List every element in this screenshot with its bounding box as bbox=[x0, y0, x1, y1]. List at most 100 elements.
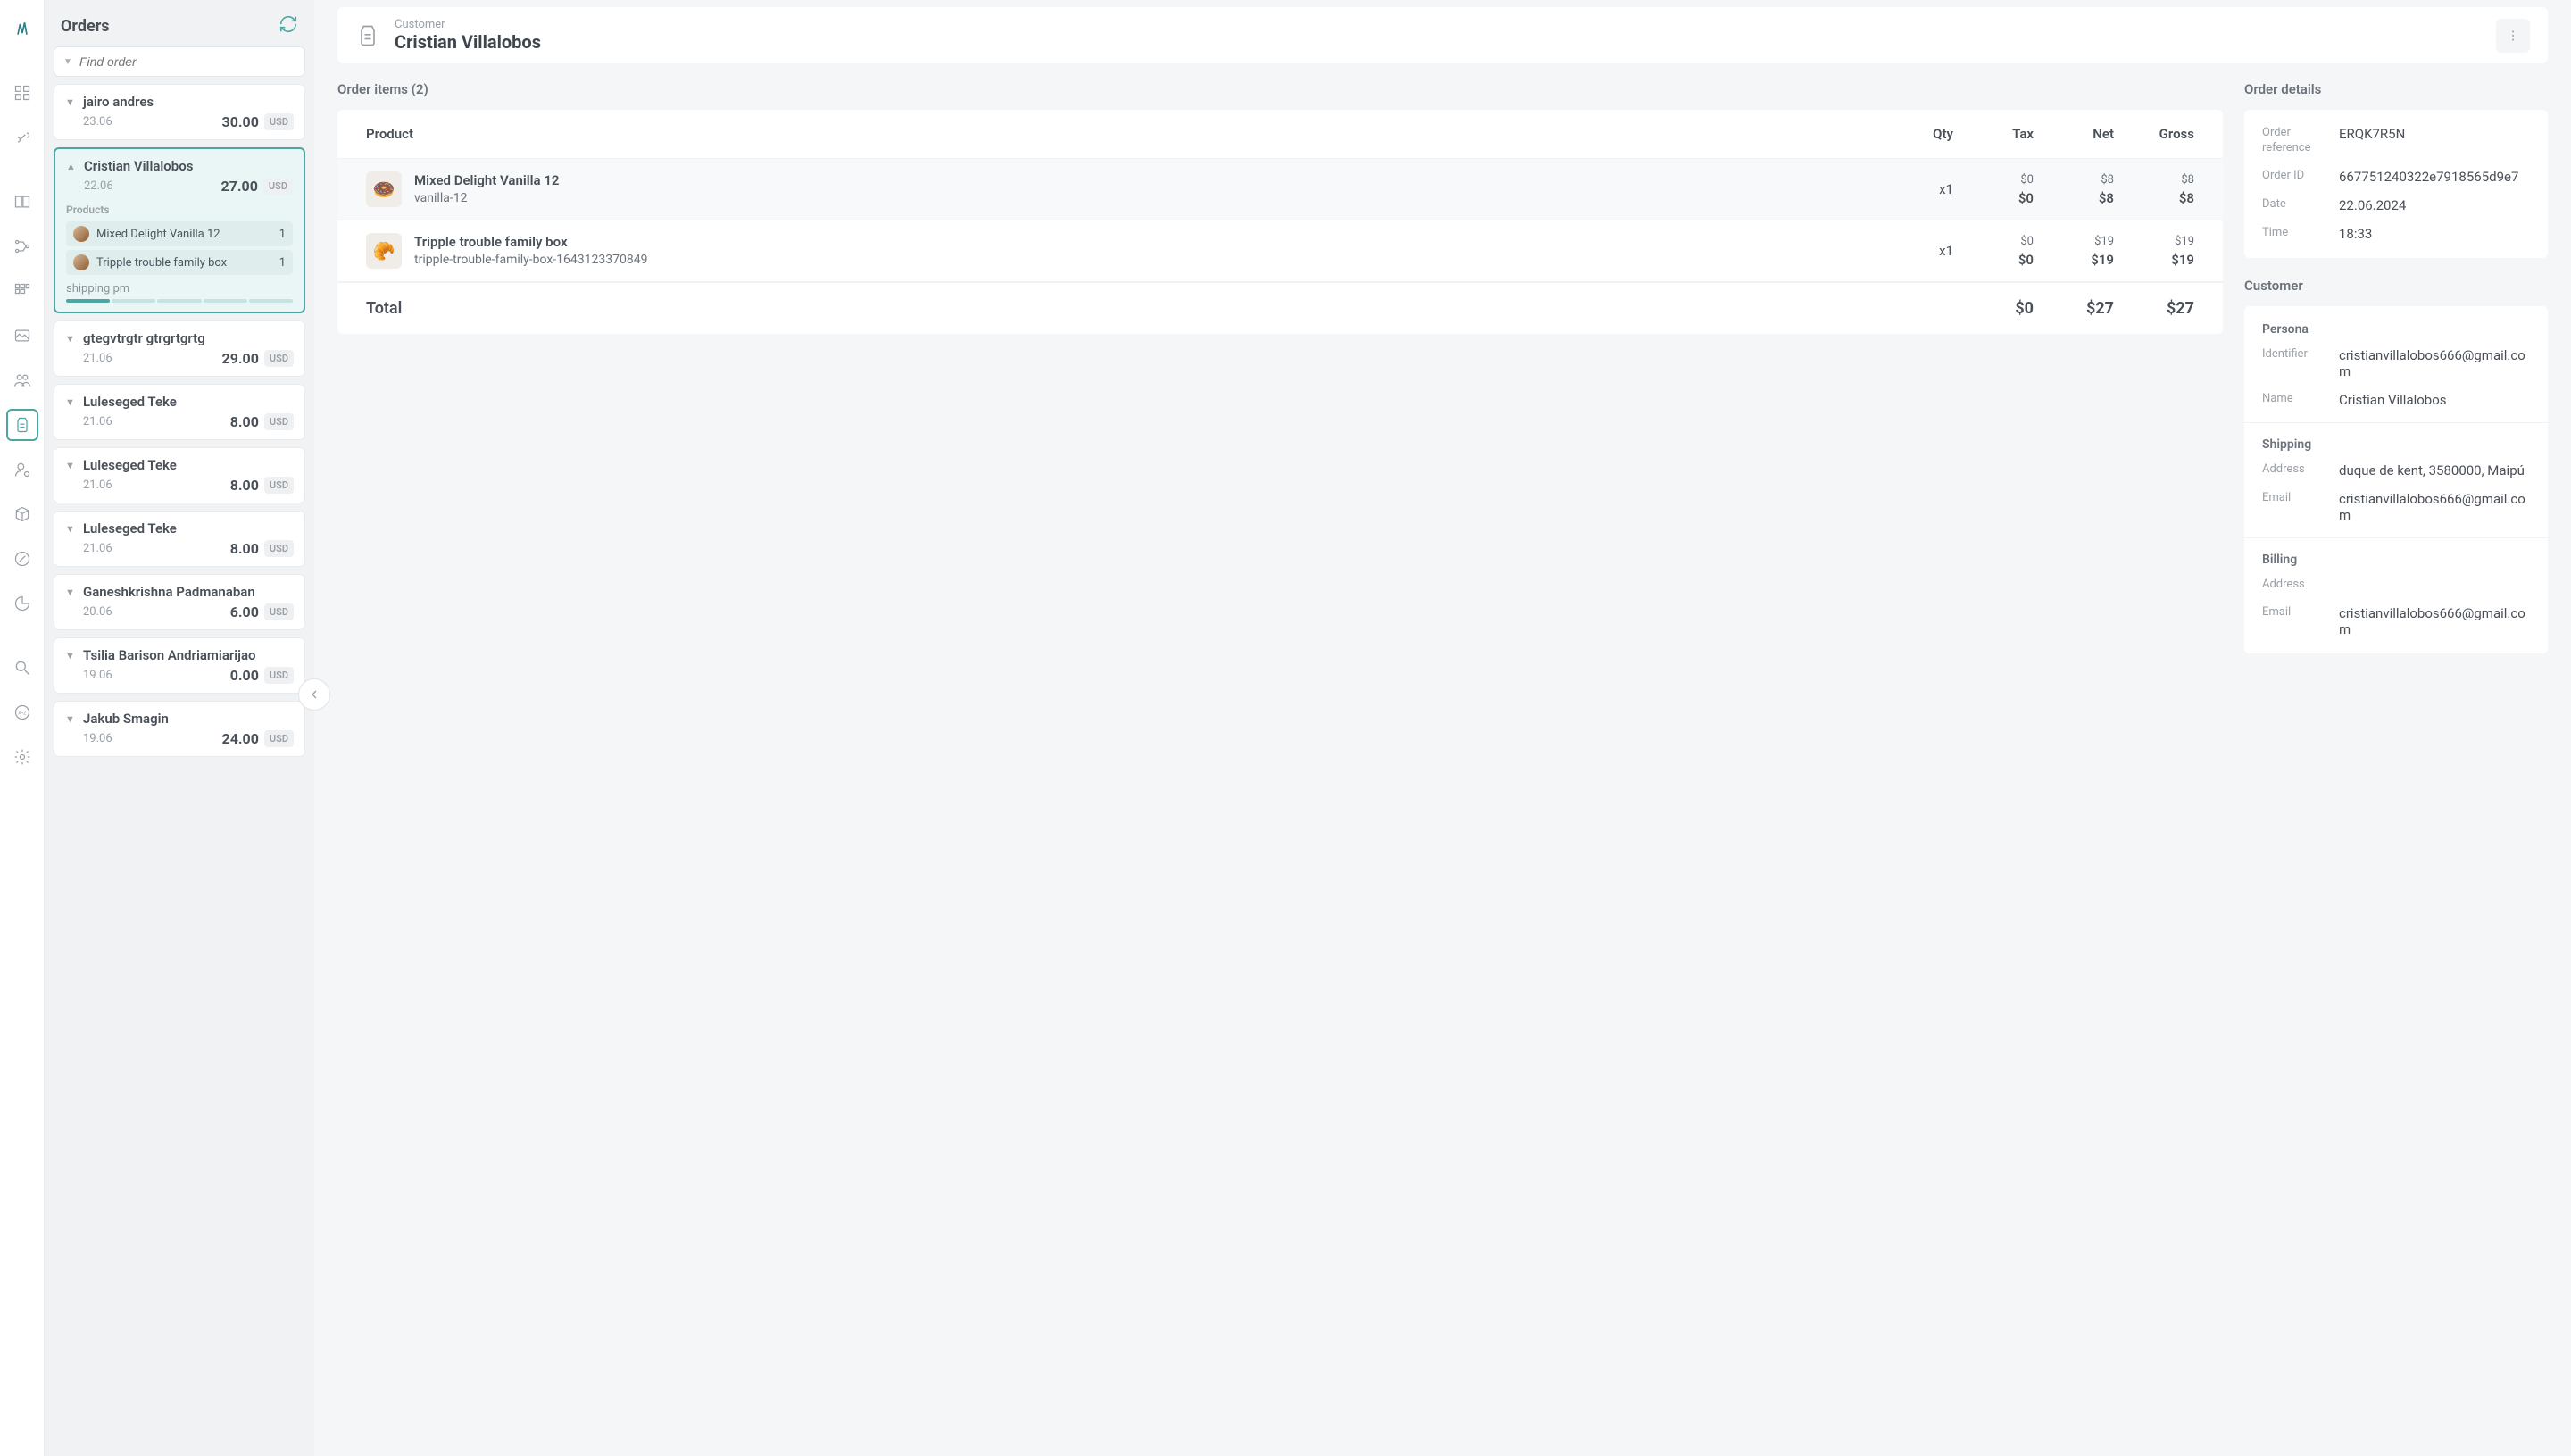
order-card[interactable]: ▲ Cristian Villalobos 22.06 27.00 USD Pr… bbox=[54, 147, 305, 313]
order-card[interactable]: ▼ Jakub Smagin 19.06 24.00 USD bbox=[54, 701, 305, 757]
detail-row: Emailcristianvillalobos666@gmail.com bbox=[2262, 605, 2530, 637]
product-sku: vanilla-12 bbox=[414, 190, 559, 206]
order-amount: 29.00 bbox=[222, 350, 259, 367]
order-amount: 24.00 bbox=[222, 730, 259, 747]
detail-value: 667751240322e7918565d9e7 bbox=[2339, 169, 2530, 185]
percent-icon[interactable] bbox=[6, 543, 38, 575]
items-table-head: Product Qty Tax Net Gross bbox=[337, 110, 2223, 158]
item-gross: $8$8 bbox=[2114, 173, 2194, 206]
order-currency: USD bbox=[264, 730, 294, 747]
detail-value: 18:33 bbox=[2339, 226, 2530, 242]
items-row[interactable]: 🍩 Mixed Delight Vanilla 12 vanilla-12 x1… bbox=[337, 158, 2223, 220]
order-currency: USD bbox=[264, 540, 294, 557]
user-gear-icon[interactable] bbox=[6, 453, 38, 486]
detail-key: Email bbox=[2262, 605, 2339, 637]
language-icon[interactable]: A•Z bbox=[6, 696, 38, 728]
order-details-card: Order referenceERQK7R5N Order ID667751240… bbox=[2244, 110, 2548, 258]
shipping-progress bbox=[66, 299, 293, 303]
orders-panel: Orders ▼ ▼ jairo andres 23.06 30.00 USD … bbox=[45, 0, 314, 1456]
collapse-button[interactable] bbox=[298, 678, 330, 711]
item-gross: $19$19 bbox=[2114, 235, 2194, 268]
order-currency: USD bbox=[264, 413, 294, 430]
product-mini-row: Tripple trouble family box 1 bbox=[66, 250, 293, 275]
order-date: 21.06 bbox=[83, 478, 112, 492]
chevron-icon: ▼ bbox=[65, 713, 76, 725]
grid-icon[interactable] bbox=[6, 275, 38, 307]
col-gross: Gross bbox=[2114, 126, 2194, 142]
orders-icon[interactable] bbox=[6, 409, 38, 441]
col-net: Net bbox=[2034, 126, 2114, 142]
billing-title: Billing bbox=[2262, 553, 2530, 567]
order-date: 22.06 bbox=[84, 179, 113, 193]
detail-key: Order reference bbox=[2262, 126, 2339, 156]
detail-value: 22.06.2024 bbox=[2339, 197, 2530, 213]
order-card[interactable]: ▼ Luleseged Teke 21.06 8.00 USD bbox=[54, 447, 305, 503]
total-tax: $0 bbox=[1953, 299, 2034, 318]
image-icon[interactable] bbox=[6, 320, 38, 352]
detail-key: Date bbox=[2262, 197, 2339, 213]
orders-title: Orders bbox=[61, 17, 110, 36]
order-currency: USD bbox=[264, 667, 294, 684]
search-input[interactable] bbox=[79, 54, 295, 69]
order-date: 23.06 bbox=[83, 115, 112, 129]
search-icon[interactable] bbox=[6, 652, 38, 684]
product-mini-row: Mixed Delight Vanilla 12 1 bbox=[66, 221, 293, 246]
order-card[interactable]: ▼ Ganeshkrishna Padmanaban 20.06 6.00 US… bbox=[54, 574, 305, 630]
product-image: 🥐 bbox=[366, 233, 402, 269]
order-card[interactable]: ▼ jairo andres 23.06 30.00 USD bbox=[54, 84, 305, 140]
order-amount: 30.00 bbox=[222, 113, 259, 130]
order-customer-name: gtegvtrgtr gtrgrtgrtg bbox=[83, 330, 205, 346]
items-row[interactable]: 🥐 Tripple trouble family box tripple-tro… bbox=[337, 220, 2223, 281]
detail-row: Address bbox=[2262, 578, 2530, 593]
detail-row: Time18:33 bbox=[2262, 226, 2530, 242]
detail-row: NameCristian Villalobos bbox=[2262, 392, 2530, 408]
order-card[interactable]: ▼ gtegvtrgtr gtrgrtgrtg 21.06 29.00 USD bbox=[54, 320, 305, 377]
pie-icon[interactable] bbox=[6, 587, 38, 620]
order-card[interactable]: ▼ Luleseged Teke 21.06 8.00 USD bbox=[54, 511, 305, 567]
refresh-icon[interactable] bbox=[279, 14, 298, 37]
order-customer-name: Jakub Smagin bbox=[83, 711, 169, 727]
tree-icon[interactable] bbox=[6, 230, 38, 262]
detail-key: Identifier bbox=[2262, 347, 2339, 379]
main-content: Customer Cristian Villalobos Order items… bbox=[314, 0, 2571, 1456]
order-card[interactable]: ▼ Tsilia Barison Andriamiarijao 19.06 0.… bbox=[54, 637, 305, 694]
detail-row: Order ID667751240322e7918565d9e7 bbox=[2262, 169, 2530, 185]
dashboard-icon[interactable] bbox=[6, 77, 38, 109]
detail-value: cristianvillalobos666@gmail.com bbox=[2339, 491, 2530, 523]
product-mini-name: Mixed Delight Vanilla 12 bbox=[96, 228, 272, 241]
product-sku: tripple-trouble-family-box-1643123370849 bbox=[414, 252, 647, 268]
detail-key: Order ID bbox=[2262, 169, 2339, 185]
detail-key: Name bbox=[2262, 392, 2339, 408]
chevron-icon: ▼ bbox=[65, 96, 76, 108]
detail-row: Order referenceERQK7R5N bbox=[2262, 126, 2530, 156]
settings-icon[interactable] bbox=[6, 741, 38, 773]
order-items-card: Product Qty Tax Net Gross 🍩 Mixed Deligh… bbox=[337, 110, 2223, 334]
shipping-status-label: shipping pm bbox=[66, 282, 293, 295]
book-icon[interactable] bbox=[6, 186, 38, 218]
detail-value: duque de kent, 3580000, Maipú bbox=[2339, 462, 2530, 478]
total-net: $27 bbox=[2034, 299, 2114, 318]
chevron-icon: ▲ bbox=[66, 161, 77, 172]
search-bar[interactable]: ▼ bbox=[54, 46, 305, 77]
product-mini-qty: 1 bbox=[279, 256, 286, 270]
order-items-title: Order items (2) bbox=[337, 81, 2223, 97]
orders-list: ▼ jairo andres 23.06 30.00 USD ▲ Cristia… bbox=[54, 84, 305, 1447]
more-menu-button[interactable] bbox=[2496, 19, 2530, 53]
item-net: $8$8 bbox=[2034, 173, 2114, 206]
col-qty: Qty bbox=[1891, 126, 1953, 142]
order-currency: USD bbox=[264, 113, 294, 130]
connect-icon[interactable] bbox=[6, 121, 38, 154]
logo-icon[interactable] bbox=[6, 12, 38, 45]
customer-title: Customer bbox=[2244, 278, 2548, 294]
order-currency: USD bbox=[263, 178, 293, 195]
order-amount: 8.00 bbox=[230, 477, 259, 494]
order-card[interactable]: ▼ Luleseged Teke 21.06 8.00 USD bbox=[54, 384, 305, 440]
box-icon[interactable] bbox=[6, 498, 38, 530]
clipboard-icon bbox=[355, 23, 380, 48]
order-amount: 0.00 bbox=[230, 667, 259, 684]
total-gross: $27 bbox=[2114, 299, 2194, 318]
users-icon[interactable] bbox=[6, 364, 38, 396]
order-amount: 8.00 bbox=[230, 413, 259, 430]
product-mini-qty: 1 bbox=[279, 228, 286, 241]
detail-key: Address bbox=[2262, 578, 2339, 593]
